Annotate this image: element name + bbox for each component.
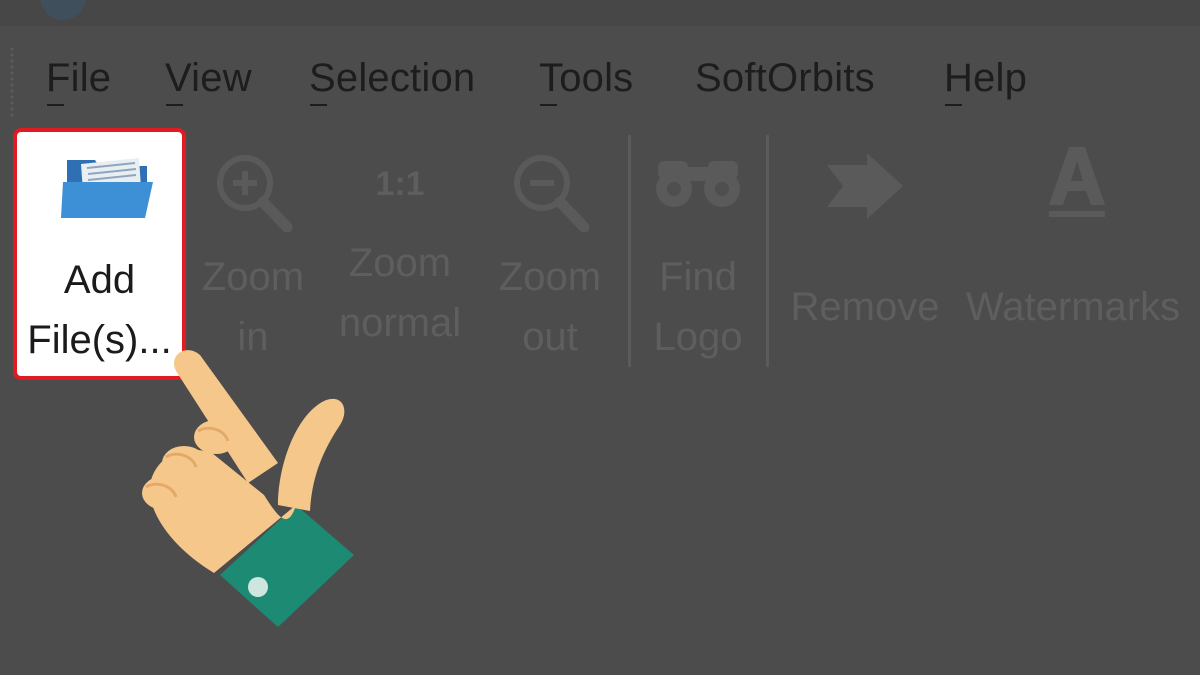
- menu-tools[interactable]: Tools: [539, 56, 633, 106]
- find-logo-button[interactable]: Find Logo: [640, 125, 756, 380]
- remove-button[interactable]: Remove: [782, 125, 948, 380]
- zoom-normal-icon: 1:1: [375, 165, 425, 203]
- menu-file[interactable]: File: [46, 56, 111, 106]
- remove-label: Remove: [790, 285, 940, 329]
- add-files-label-1: Add: [63, 258, 136, 302]
- app-window: File View Selection Tools SoftOrbits Hel…: [0, 0, 1200, 675]
- watermarks-button[interactable]: Watermarks: [962, 125, 1200, 380]
- zoom-normal-button[interactable]: 1:1 Zoom normal: [330, 125, 470, 380]
- binoculars-icon: [656, 161, 740, 207]
- menu-view[interactable]: View: [165, 56, 252, 106]
- pointing-hand-icon: [142, 350, 354, 627]
- menu-selection[interactable]: Selection: [309, 56, 475, 106]
- zoom-normal-label-2: normal: [338, 301, 462, 345]
- find-logo-label-1: Find: [659, 255, 737, 299]
- menu-bar: File View Selection Tools SoftOrbits Hel…: [0, 42, 1200, 122]
- zoom-in-label-1: Zoom: [201, 255, 305, 299]
- menu-softorbits[interactable]: SoftOrbits: [695, 56, 875, 101]
- title-bar: [0, 0, 1200, 26]
- zoom-out-button[interactable]: Zoom out: [488, 125, 612, 380]
- add-files-button[interactable]: Add File(s)...: [13, 128, 186, 380]
- zoom-normal-label-1: Zoom: [348, 241, 452, 285]
- app-icon: [40, 0, 86, 20]
- zoom-out-icon: [514, 155, 590, 233]
- menu-grip-handle[interactable]: [10, 46, 14, 118]
- find-logo-label-2: Logo: [653, 315, 743, 359]
- toolbar-separator: [628, 135, 631, 367]
- zoom-in-icon: [217, 155, 293, 233]
- watermarks-label: Watermarks: [966, 285, 1181, 329]
- menu-help[interactable]: Help: [944, 56, 1027, 106]
- arrow-forward-icon: [827, 153, 903, 219]
- toolbar-separator: [766, 135, 769, 367]
- open-folder-icon: [61, 158, 153, 218]
- zoom-out-label-2: out: [522, 315, 578, 359]
- zoom-in-button[interactable]: Zoom in: [192, 125, 314, 380]
- zoom-out-label-1: Zoom: [498, 255, 602, 299]
- text-a-icon: [1049, 147, 1105, 217]
